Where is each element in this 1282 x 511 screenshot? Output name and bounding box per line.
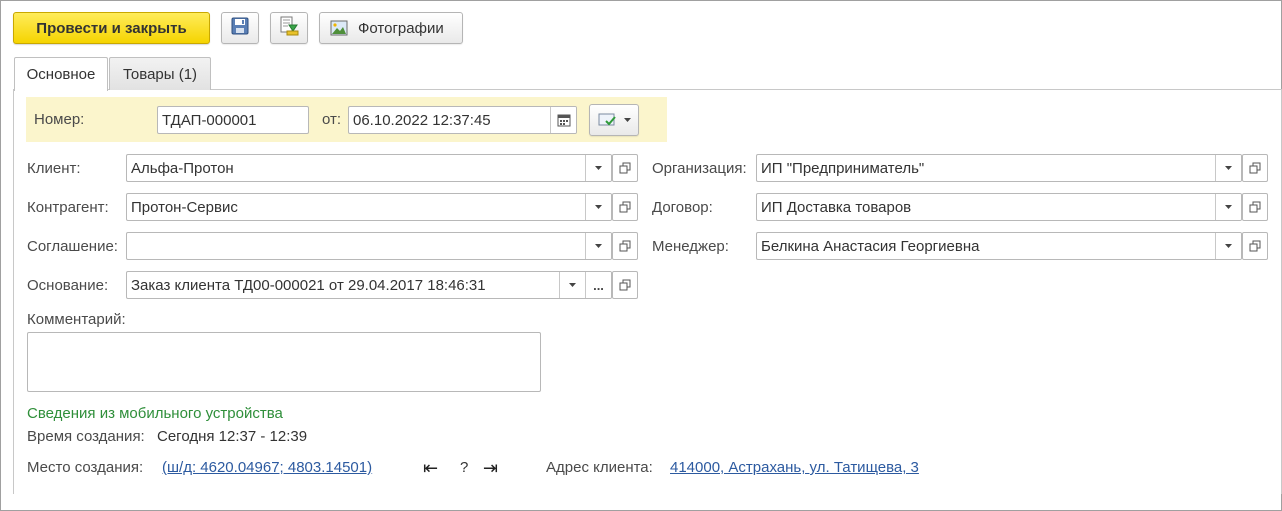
floppy-disk-icon: [231, 17, 249, 39]
last-point-icon[interactable]: ⇥: [483, 459, 498, 477]
chevron-down-icon[interactable]: [1215, 155, 1241, 181]
client-value: Альфа-Протон: [131, 159, 234, 177]
manager-value: Белкина Анастасия Георгиевна: [761, 237, 980, 255]
agreement-label: Соглашение:: [27, 238, 118, 255]
open-window-icon: [619, 279, 631, 291]
open-window-icon: [1249, 201, 1261, 213]
contract-value: ИП Доставка товаров: [761, 198, 912, 216]
photos-label: Фотографии: [358, 19, 444, 37]
created-place-link[interactable]: (ш/д: 4620.04967; 4803.14501): [162, 459, 372, 476]
mobile-section-title: Сведения из мобильного устройства: [27, 405, 283, 422]
chevron-down-icon[interactable]: [1215, 233, 1241, 259]
calendar-icon[interactable]: [550, 107, 576, 133]
contract-label: Договор:: [652, 199, 713, 216]
chevron-down-icon[interactable]: [585, 233, 611, 259]
unknown-point-button[interactable]: ?: [460, 459, 468, 476]
organization-input[interactable]: ИП "Предприниматель": [756, 154, 1242, 182]
counterparty-label: Контрагент:: [27, 199, 109, 216]
counterparty-value: Протон-Сервис: [131, 198, 238, 216]
chevron-down-icon[interactable]: [585, 194, 611, 220]
contract-open-button[interactable]: [1242, 193, 1268, 221]
basis-open-button[interactable]: [612, 271, 638, 299]
tab-main[interactable]: Основное: [14, 57, 108, 91]
picture-icon: [330, 20, 348, 36]
content-border-left: [13, 89, 14, 494]
counterparty-input[interactable]: Протон-Сервис: [126, 193, 612, 221]
post-document-icon: [279, 16, 299, 40]
agreement-open-button[interactable]: [612, 232, 638, 260]
basis-value: Заказ клиента ТД00-000021 от 29.04.2017 …: [131, 276, 486, 294]
document-check-icon: [598, 112, 618, 128]
counterparty-open-button[interactable]: [612, 193, 638, 221]
open-window-icon: [1249, 240, 1261, 252]
tab-goods-label: Товары (1): [122, 65, 198, 83]
comment-textarea[interactable]: [27, 332, 541, 392]
chevron-down-icon[interactable]: [585, 155, 611, 181]
agreement-input[interactable]: [126, 232, 612, 260]
tab-goods[interactable]: Товары (1): [109, 57, 211, 90]
manager-input[interactable]: Белкина Анастасия Георгиевна: [756, 232, 1242, 260]
post-and-close-label: Провести и закрыть: [36, 19, 187, 37]
created-time-value: Сегодня 12:37 - 12:39: [157, 428, 308, 445]
photos-button[interactable]: Фотографии: [319, 12, 463, 44]
contract-input[interactable]: ИП Доставка товаров: [756, 193, 1242, 221]
basis-label: Основание:: [27, 277, 109, 294]
post-button[interactable]: [270, 12, 308, 44]
basis-input[interactable]: Заказ клиента ТД00-000021 от 29.04.2017 …: [126, 271, 612, 299]
organization-open-button[interactable]: [1242, 154, 1268, 182]
date-value: 06.10.2022 12:37:45: [353, 111, 491, 129]
created-time-label: Время создания:: [27, 428, 145, 445]
client-address-link[interactable]: 414000, Астрахань, ул. Татищева, 3: [670, 459, 919, 476]
date-input[interactable]: 06.10.2022 12:37:45: [348, 106, 577, 134]
open-window-icon: [619, 240, 631, 252]
number-value: ТДАП-000001: [162, 111, 257, 129]
organization-label: Организация:: [652, 160, 747, 177]
first-point-icon[interactable]: ⇤: [423, 459, 438, 477]
manager-label: Менеджер:: [652, 238, 729, 255]
client-input[interactable]: Альфа-Протон: [126, 154, 612, 182]
open-window-icon: [619, 162, 631, 174]
save-button[interactable]: [221, 12, 259, 44]
chevron-down-icon[interactable]: [1215, 194, 1241, 220]
client-address-label: Адрес клиента:: [546, 459, 653, 476]
comment-label: Комментарий:: [27, 311, 126, 328]
manager-open-button[interactable]: [1242, 232, 1268, 260]
tab-main-label: Основное: [26, 66, 96, 83]
created-place-label: Место создания:: [27, 459, 144, 476]
open-window-icon: [1249, 162, 1261, 174]
number-label: Номер:: [34, 111, 85, 128]
date-label: от:: [322, 111, 342, 128]
ellipsis-icon[interactable]: ...: [585, 272, 611, 298]
client-open-button[interactable]: [612, 154, 638, 182]
chevron-down-icon[interactable]: [559, 272, 585, 298]
chevron-down-icon: [623, 117, 631, 123]
post-and-close-button[interactable]: Провести и закрыть: [13, 12, 210, 44]
organization-value: ИП "Предприниматель": [761, 159, 925, 177]
open-window-icon: [619, 201, 631, 213]
number-input[interactable]: ТДАП-000001: [157, 106, 309, 134]
client-label: Клиент:: [27, 160, 81, 177]
status-menu-button[interactable]: [589, 104, 639, 136]
document-form: Провести и закрыть Фотографии Основное Т…: [0, 0, 1282, 511]
